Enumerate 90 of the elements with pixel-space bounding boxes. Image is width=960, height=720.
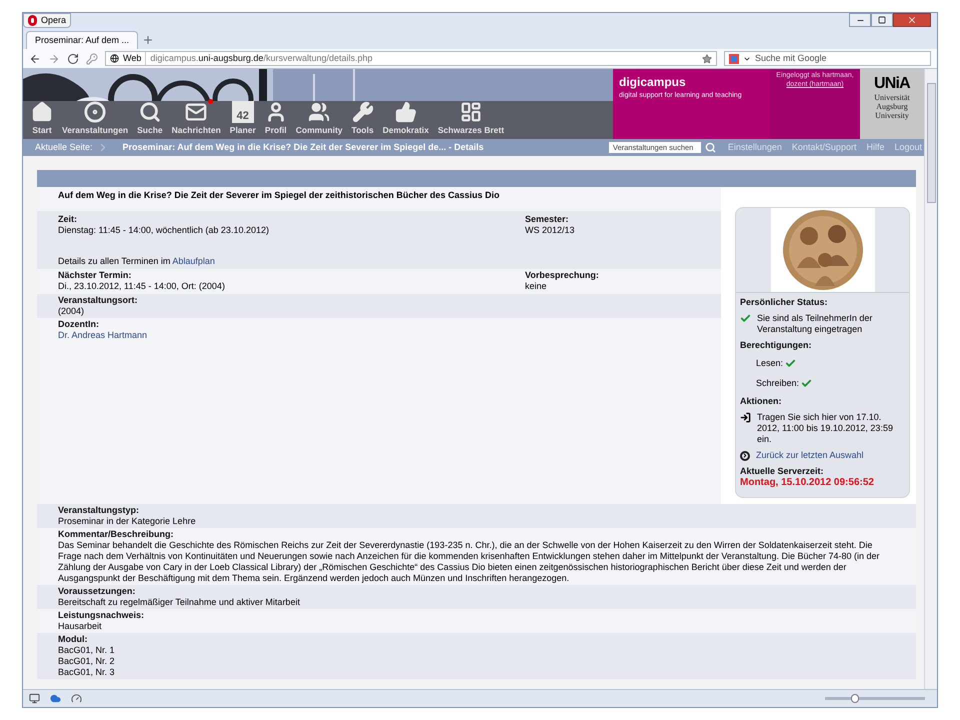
breadcrumb-label: Aktuelle Seite: [34, 142, 94, 153]
thumbs-up-icon [394, 101, 417, 123]
field-value: Hausarbeit [58, 621, 103, 632]
field-value: BacG01, Nr. 3 [58, 667, 116, 678]
field-label: Semester: [525, 214, 570, 225]
nav-item[interactable]: Veranstaltungen [62, 101, 128, 135]
nav-item[interactable]: Profil [264, 101, 287, 135]
logo-text: University [875, 111, 909, 120]
key-icon[interactable] [86, 52, 98, 64]
schedule-link[interactable]: Ablaufplan [172, 256, 215, 266]
tab-title: Proseminar: Auf dem ... [35, 35, 130, 46]
logo-mark: UNiA [874, 75, 910, 93]
field-label: Nächster Termin: [58, 270, 132, 281]
new-tab-icon[interactable] [142, 34, 154, 46]
calendar-icon: 42 [232, 101, 254, 123]
action-text: Tragen Sie sich hier von 17.10. 2012, 11:00 bis 19.10.2012, 23:59 ein. [757, 412, 894, 445]
speedometer-icon[interactable] [71, 693, 82, 704]
nav-item[interactable]: Demokratix [382, 101, 429, 135]
search-field[interactable]: Suche mit Google [724, 51, 931, 66]
field-label: Zeit: [58, 214, 78, 225]
field-value: keine [525, 281, 548, 292]
field-value: Di., 23.10.2012, 11:45 - 14:00, Ort: (2004) [58, 281, 226, 292]
wrench-icon [352, 101, 374, 123]
maximize-button[interactable] [871, 13, 893, 27]
browser-tab[interactable]: Proseminar: Auf dem ... [26, 31, 138, 49]
scrollbar[interactable] [924, 69, 937, 689]
people-icon [308, 101, 330, 123]
close-button[interactable] [893, 13, 931, 27]
search-icon [138, 101, 161, 123]
zoom-slider-thumb[interactable] [851, 694, 859, 703]
field-value: (2004) [58, 306, 86, 317]
nav-item[interactable]: Community [296, 101, 343, 135]
nav-item[interactable]: Suche [137, 101, 163, 135]
server-time-heading: Aktuelle Serverzeit: [740, 466, 825, 477]
scroll-thumb[interactable] [926, 83, 936, 203]
schedule-note: Details zu allen Terminen im Ablaufplan [58, 256, 216, 267]
logo-text: Universität [874, 93, 910, 102]
permissions-heading: Berechtigungen: [740, 340, 813, 351]
search-input[interactable]: Suche mit Google [755, 53, 926, 64]
status-heading: Persönlicher Status: [740, 297, 829, 308]
field-label: DozentIn: [58, 319, 100, 330]
field-label: Modul: [58, 634, 88, 645]
field-value: WS 2012/13 [525, 225, 576, 236]
field-label: Leistungsnachweis: [58, 610, 146, 621]
maximize-icon [878, 16, 886, 24]
board-icon [460, 101, 482, 123]
close-icon [907, 15, 917, 25]
google-icon[interactable] [729, 54, 739, 64]
web-badge: Web [106, 52, 146, 65]
status-text: Sie sind als TeilnehmerIn der Veranstaltung eingetragen [757, 313, 874, 335]
forward-icon[interactable] [48, 52, 60, 64]
address-field[interactable]: Web digicampus.uni-augsburg.de/kursverwaltung/details.php [105, 51, 717, 66]
lecturer-link[interactable]: Dr. Andreas Hartmann [58, 330, 148, 340]
field-value: Proseminar in der Kategorie Lehre [58, 516, 197, 527]
enter-icon [740, 412, 751, 423]
check-icon [740, 313, 751, 324]
nav-item[interactable]: Tools [352, 101, 374, 135]
back-icon[interactable] [29, 52, 41, 64]
bookmark-star-icon[interactable] [702, 54, 712, 64]
page-title: Proseminar: Auf dem Weg in die Krise? Die Zeit der Severer im Spiegel de... - Details [122, 142, 484, 153]
logo-text: Augsburg [876, 102, 908, 111]
envelope-icon [185, 101, 208, 123]
cloud-icon[interactable] [50, 693, 61, 704]
field-label: Voraussetzungen: [58, 586, 136, 597]
reload-icon[interactable] [67, 52, 79, 64]
nav-item[interactable]: Nachrichten [172, 101, 221, 135]
field-label: Veranstaltungsort: [58, 295, 139, 306]
field-value: Das Seminar behandelt die Geschichte des Römischen Reichs zur Zeit der Severerdynastie (193-235 n. Chr.), die an der Schwelle von der Hohen Kaiserzeit zu den Wirren der Soldatenkaiserzeit steht. Die Frage nach dem Verhältnis von Kontinuitäten und Neuerungen sowie nach Anzeichen für die kommenden krisenhaften Entwicklungen stehen daher im Mittelpunkt der Veranstaltung. Die Bücher 74-80 (in der Zählung der Ausgabe von Cary in der Loeb Classical Library) der „Römischen Geschichte“ des Cassius Dio bieten einen zeitgenössischen historiographischen Bericht über diese Zeit und werden der Ausgangspunkt der Beschäftigung mit dem Thema sein. Ergänzend werden jedoch auch Münzen und Inschriften herangezogen. [58, 540, 880, 584]
url-text: digicampus.uni-augsburg.de/kursverwaltung/details.php [149, 53, 372, 64]
nav-item[interactable]: Start [31, 101, 53, 135]
permission-label: Lesen: [756, 358, 784, 369]
home-icon [31, 101, 53, 123]
field-value: Dienstag: 11:45 - 14:00, wöchentlich (ab 23.10.2012) [58, 225, 270, 236]
opera-logo-icon [28, 15, 37, 26]
search-icon[interactable] [704, 142, 716, 153]
field-value: Bereitschaft zu regelmäßiger Teilnahme und aktiver Mitarbeit [58, 597, 301, 608]
field-value: BacG01, Nr. 1 [58, 645, 116, 656]
field-label: Veranstaltungstyp: [58, 505, 140, 516]
actions-heading: Aktionen: [740, 396, 782, 407]
permission-label: Schreiben: [756, 378, 800, 389]
field-value: BacG01, Nr. 2 [58, 656, 116, 667]
back-link[interactable]: Zurück zur letzten Auswahl [756, 450, 864, 461]
field-label: Vorbesprechung: [525, 270, 600, 281]
nav-item[interactable]: 42 Planer [230, 101, 256, 135]
course-title: Auf dem Weg in die Krise? Die Zeit der Severer im Spiegel der zeithistorischen Bücher des Cassius Dio [58, 190, 500, 201]
opera-menu-button[interactable]: Opera [23, 13, 72, 28]
server-time: Montag, 15.10.2012 09:56:52 [740, 477, 875, 489]
nav-item[interactable]: Schwarzes Brett [438, 101, 504, 135]
brand-title: digicampus [619, 75, 687, 89]
field-label: Kommentar/Beschreibung: [58, 529, 175, 540]
